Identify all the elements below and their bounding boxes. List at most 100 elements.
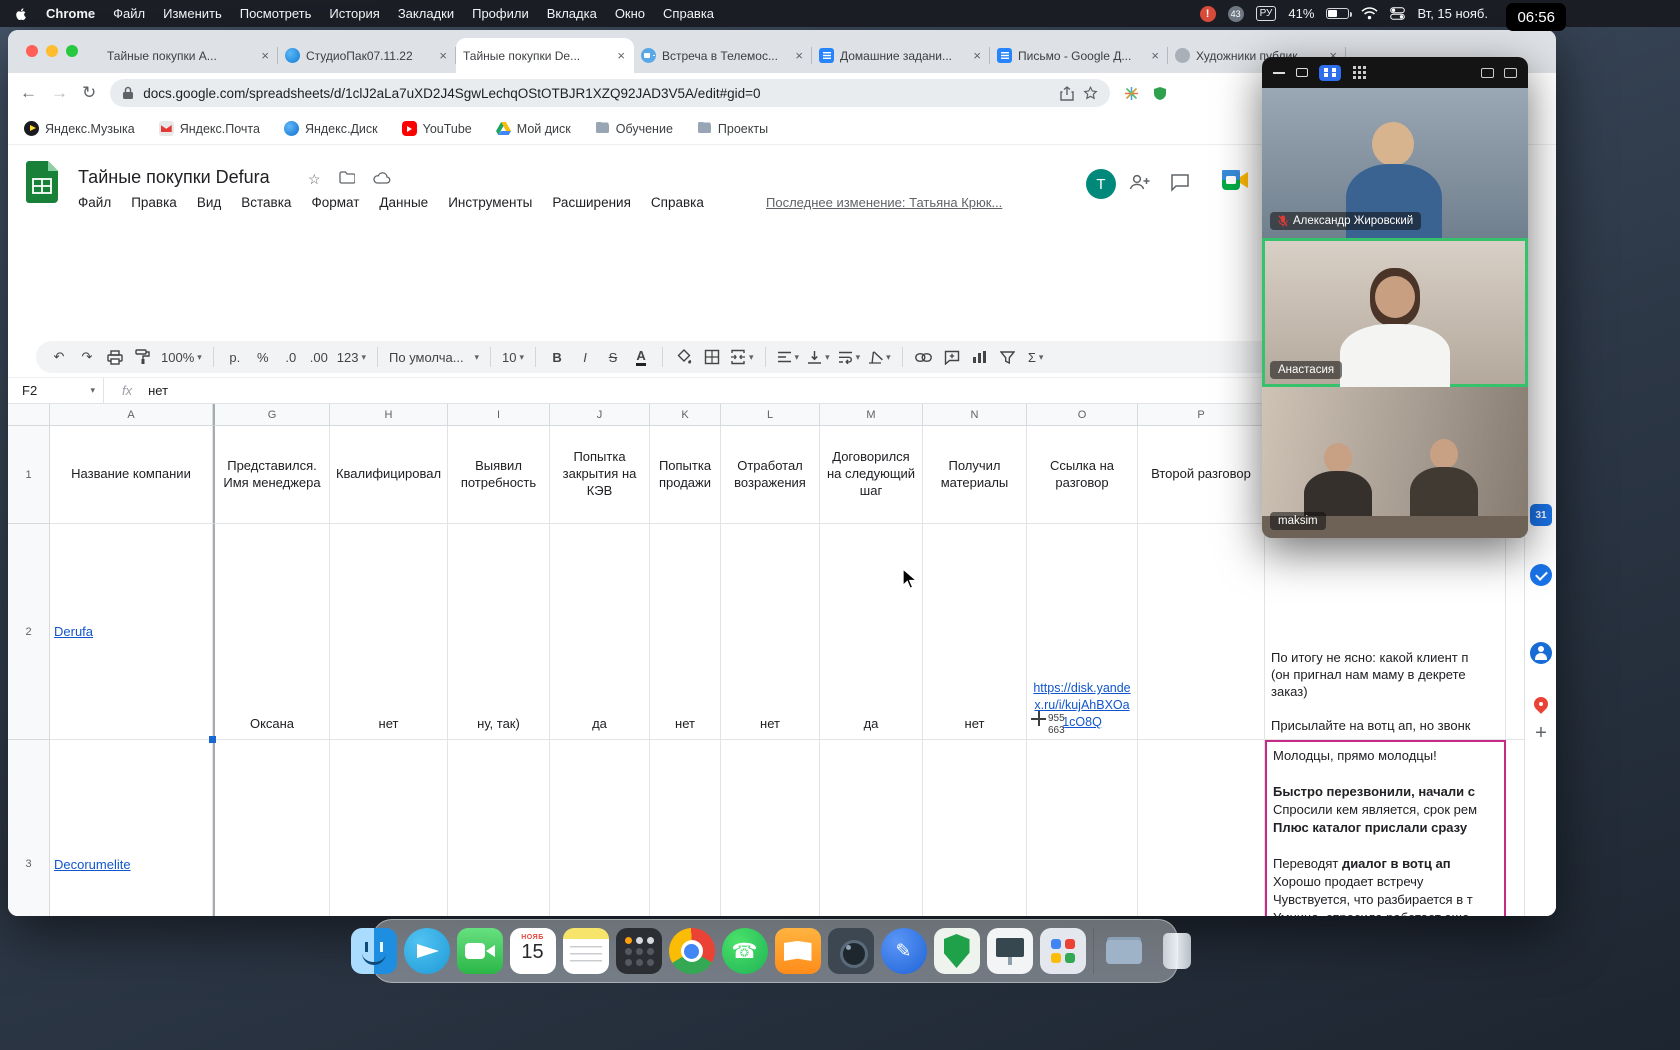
star-document-icon[interactable]: ☆ xyxy=(308,171,321,188)
dock-downloads-icon[interactable] xyxy=(1101,928,1147,974)
col-header-P[interactable]: P xyxy=(1138,404,1265,426)
menu-tab[interactable]: Вкладка xyxy=(547,6,597,21)
dock-trash-icon[interactable] xyxy=(1154,928,1200,974)
tab-close-icon[interactable]: × xyxy=(437,48,449,63)
last-edit-link[interactable]: Последнее изменение: Татьяна Крюк... xyxy=(766,195,1002,210)
sheets-menu-insert[interactable]: Вставка xyxy=(241,195,291,210)
print-icon[interactable] xyxy=(102,344,128,370)
pip-icon[interactable] xyxy=(1481,67,1494,78)
bookmark-folder-projects[interactable]: Проекты xyxy=(697,121,768,136)
menu-help[interactable]: Справка xyxy=(663,6,714,21)
sheets-menu-help[interactable]: Справка xyxy=(651,195,704,210)
redo-icon[interactable]: ↷ xyxy=(74,344,100,370)
cell-R3[interactable] xyxy=(1506,740,1524,916)
cell-L1[interactable]: Отработал возражения xyxy=(721,426,820,524)
paint-format-icon[interactable] xyxy=(130,344,156,370)
cell-O3[interactable]: https://disk.yandex.ru/i/kfsz2Dr xyxy=(1027,740,1138,916)
meet-camera-icon[interactable] xyxy=(1222,170,1248,190)
control-center-icon[interactable] xyxy=(1390,7,1406,20)
user-avatar[interactable]: T xyxy=(1086,169,1116,199)
bookmark-yandex-music[interactable]: Яндекс.Музыка xyxy=(24,121,135,136)
battery-icon[interactable] xyxy=(1326,8,1353,19)
maps-panel-icon[interactable] xyxy=(1530,696,1552,718)
status-badge-icon[interactable]: 43 xyxy=(1227,5,1244,22)
row-header-3[interactable]: 3 xyxy=(8,740,50,916)
tab-close-icon[interactable]: × xyxy=(793,48,805,63)
menu-app-name[interactable]: Chrome xyxy=(46,6,95,21)
notification-alert-icon[interactable]: ! xyxy=(1199,5,1216,22)
sheets-menu-data[interactable]: Данные xyxy=(379,195,428,210)
tab-close-icon[interactable]: × xyxy=(259,48,271,63)
cell-N3[interactable] xyxy=(923,740,1027,916)
cell-O2[interactable]: https://disk.yandex.ru/i/kujAhBXOa1cO8Q xyxy=(1027,524,1138,740)
sheets-menu-extensions[interactable]: Расширения xyxy=(552,195,631,210)
menu-profiles[interactable]: Профили xyxy=(472,6,529,21)
bookmark-yandex-disk[interactable]: Яндекс.Диск xyxy=(283,121,378,136)
window-minimize-button[interactable] xyxy=(46,45,58,57)
cell-Q2-comment[interactable]: По итогу не ясно: какой клиент п (он при… xyxy=(1265,524,1506,740)
dock-calendar-icon[interactable]: НОЯБ 15 xyxy=(509,928,556,974)
col-header-M[interactable]: M xyxy=(820,404,923,426)
cell-A1[interactable]: Название компании xyxy=(50,426,213,524)
strikethrough-button[interactable]: S xyxy=(600,344,626,370)
cell-J2[interactable]: да xyxy=(550,524,650,740)
dock-chrome-icon[interactable] xyxy=(668,928,715,974)
sheets-menu-file[interactable]: Файл xyxy=(78,195,111,210)
col-header-K[interactable]: K xyxy=(650,404,721,426)
cell-H3[interactable] xyxy=(330,740,448,916)
dock-notes-icon[interactable] xyxy=(562,928,609,974)
cell-A2[interactable]: Derufa xyxy=(50,524,213,740)
col-header-N[interactable]: N xyxy=(923,404,1027,426)
cell-L2[interactable]: нет xyxy=(721,524,820,740)
lock-icon[interactable] xyxy=(122,86,134,100)
dock-telegram-icon[interactable] xyxy=(403,928,450,974)
menu-history[interactable]: История xyxy=(329,6,379,21)
video-restore-icon[interactable] xyxy=(1296,68,1308,77)
cell-P2[interactable] xyxy=(1138,524,1265,740)
insert-link-icon[interactable] xyxy=(911,344,937,370)
cell-O1[interactable]: Ссылка на разговор xyxy=(1027,426,1138,524)
bold-button[interactable]: B xyxy=(544,344,570,370)
horizontal-align-icon[interactable]: ▾ xyxy=(774,344,803,370)
tab-close-icon[interactable]: × xyxy=(971,48,983,63)
add-panel-app-icon[interactable]: + xyxy=(1530,722,1552,744)
menu-file[interactable]: Файл xyxy=(113,6,145,21)
sheets-menu-edit[interactable]: Правка xyxy=(131,195,177,210)
cell-H1[interactable]: Квалифицировал xyxy=(330,426,448,524)
tab-close-icon[interactable]: × xyxy=(615,48,627,63)
window-zoom-button[interactable] xyxy=(66,45,78,57)
tab-close-icon[interactable]: × xyxy=(1149,48,1161,63)
wifi-icon[interactable] xyxy=(1361,7,1378,20)
menu-window[interactable]: Окно xyxy=(615,6,645,21)
reload-button[interactable]: ↻ xyxy=(82,83,96,103)
functions-button[interactable]: Σ ▾ xyxy=(1023,344,1049,370)
bookmark-yandex-mail[interactable]: Яндекс.Почта xyxy=(158,121,260,136)
dock-books-icon[interactable] xyxy=(774,928,821,974)
gallery-view-icon[interactable] xyxy=(1352,65,1368,81)
share-icon[interactable] xyxy=(1060,85,1074,101)
cell-L3[interactable] xyxy=(721,740,820,916)
apple-logo-icon[interactable] xyxy=(14,6,28,22)
percent-format-button[interactable]: % xyxy=(250,344,276,370)
cell-J3[interactable] xyxy=(550,740,650,916)
calendar-panel-icon[interactable]: 31 xyxy=(1530,504,1552,526)
window-close-button[interactable] xyxy=(26,45,38,57)
menu-bookmarks[interactable]: Закладки xyxy=(398,6,454,21)
browser-tab-active[interactable]: Тайные покупки De... × xyxy=(456,38,634,168)
dock-finder-icon[interactable] xyxy=(350,928,397,974)
document-title[interactable]: Тайные покупки Defura xyxy=(78,167,270,188)
bookmark-youtube[interactable]: YouTube xyxy=(401,121,472,136)
font-select[interactable]: По умолча... ▾ xyxy=(386,344,482,370)
col-header-J[interactable]: J xyxy=(550,404,650,426)
url-text[interactable]: docs.google.com/spreadsheets/d/1clJ2aLa7… xyxy=(143,86,1051,101)
formula-input[interactable]: нет xyxy=(148,383,168,398)
browser-tab-2[interactable]: СтудиоПак07.11.22 × xyxy=(278,38,456,73)
zoom-select[interactable]: 100% ▾ xyxy=(158,344,205,370)
menu-edit[interactable]: Изменить xyxy=(163,6,222,21)
cell-I2[interactable]: ну, так) xyxy=(448,524,550,740)
cell-N2[interactable]: нет xyxy=(923,524,1027,740)
col-header-L[interactable]: L xyxy=(721,404,820,426)
grid-corner[interactable] xyxy=(8,404,50,426)
decrease-decimals-button[interactable]: .0 xyxy=(278,344,304,370)
cell-K2[interactable]: нет xyxy=(650,524,721,740)
